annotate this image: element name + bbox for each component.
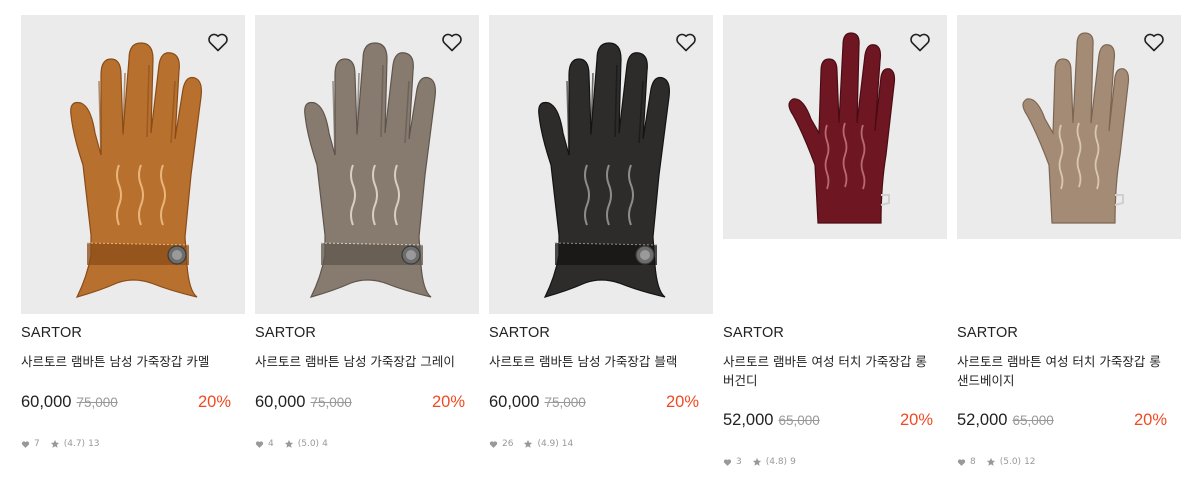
sale-price: 60,000 <box>255 393 306 411</box>
product-card[interactable]: SARTOR 사르토르 램바튼 남성 가죽장갑 그레이 60,000 75,000… <box>255 15 479 449</box>
price-row: 60,000 75,000 20% <box>255 392 465 412</box>
rating-group: (5.0) 4 <box>284 439 328 449</box>
sale-price: 52,000 <box>723 411 774 429</box>
product-brand[interactable]: SARTOR <box>21 325 82 341</box>
original-price: 65,000 <box>778 413 820 428</box>
likes-heart-icon <box>255 440 264 448</box>
likes-count: 3 <box>736 457 742 467</box>
sale-price: 52,000 <box>957 411 1008 429</box>
product-stats: 4 (5.0) 4 <box>255 439 328 449</box>
price-group: 60,000 75,000 <box>489 392 586 412</box>
rating-group: (4.7) 13 <box>50 439 100 449</box>
likes-heart-icon <box>489 440 498 448</box>
rating-value: (5.0) <box>999 457 1022 467</box>
wishlist-button[interactable] <box>1142 30 1166 54</box>
price-row: 52,000 65,000 20% <box>957 410 1167 430</box>
heart-icon <box>676 33 696 52</box>
star-icon <box>284 439 293 448</box>
likes-heart-icon <box>957 458 966 466</box>
discount-rate: 20% <box>665 393 699 411</box>
rating-value: (4.9) <box>537 439 559 449</box>
sale-price: 60,000 <box>489 393 540 411</box>
likes-count: 7 <box>34 439 40 449</box>
wishlist-button[interactable] <box>440 30 464 54</box>
price-row: 52,000 65,000 20% <box>723 410 933 430</box>
rating-group: (5.0) 12 <box>986 457 1036 467</box>
product-brand[interactable]: SARTOR <box>255 325 316 341</box>
heart-icon <box>442 33 462 52</box>
price-row: 60,000 75,000 20% <box>489 392 699 412</box>
likes-count: 4 <box>268 439 274 449</box>
product-card[interactable]: SARTOR 사르토르 램바튼 여성 터치 가죽장갑 롱 샌드베이지 52,00… <box>957 15 1181 467</box>
rating-value: (5.0) <box>297 439 320 449</box>
product-image-frame[interactable] <box>957 15 1181 239</box>
wishlist-button[interactable] <box>674 30 698 54</box>
heart-icon <box>910 33 930 52</box>
likes-count: 8 <box>970 457 976 467</box>
original-price: 65,000 <box>1012 413 1054 428</box>
discount-rate: 20% <box>431 393 465 411</box>
product-stats: 3 (4.8) 9 <box>723 457 796 467</box>
review-count: 13 <box>88 439 100 449</box>
product-brand[interactable]: SARTOR <box>489 325 550 341</box>
star-icon <box>524 439 533 448</box>
star-icon <box>752 457 761 466</box>
product-stats: 7 (4.7) 13 <box>21 439 100 449</box>
original-price: 75,000 <box>76 395 118 410</box>
price-group: 60,000 75,000 <box>255 392 352 412</box>
discount-rate: 20% <box>1133 411 1167 429</box>
product-brand[interactable]: SARTOR <box>957 325 1018 341</box>
product-card[interactable]: SARTOR 사르토르 램바튼 남성 가죽장갑 카멜 60,000 75,000 … <box>21 15 245 449</box>
price-group: 52,000 65,000 <box>957 410 1054 430</box>
discount-rate: 20% <box>899 411 933 429</box>
star-icon <box>50 439 59 448</box>
product-stats: 8 (5.0) 12 <box>957 457 1036 467</box>
product-card[interactable]: SARTOR 사르토르 램바튼 여성 터치 가죽장갑 롱 버건디 52,000 6… <box>723 15 947 467</box>
product-image-frame[interactable] <box>489 15 713 314</box>
product-name[interactable]: 사르토르 램바튼 여성 터치 가죽장갑 롱 버건디 <box>723 352 938 390</box>
product-image <box>538 42 670 298</box>
star-icon <box>986 457 995 466</box>
review-count: 4 <box>322 439 328 449</box>
review-count: 9 <box>790 457 796 467</box>
wishlist-button[interactable] <box>908 30 932 54</box>
review-count: 14 <box>561 439 574 449</box>
product-name[interactable]: 사르토르 램바튼 남성 가죽장갑 블랙 <box>489 352 704 371</box>
rating-value: (4.7) <box>63 439 86 449</box>
product-stats: 26 (4.9) 14 <box>489 439 573 449</box>
review-count: 12 <box>1024 457 1036 467</box>
likes-heart-icon <box>21 440 30 448</box>
sale-price: 60,000 <box>21 393 72 411</box>
rating-group: (4.9) 14 <box>523 439 573 449</box>
price-group: 52,000 65,000 <box>723 410 820 430</box>
product-image-frame[interactable] <box>21 15 245 314</box>
product-grid: SARTOR 사르토르 램바튼 남성 가죽장갑 카멜 60,000 75,000 … <box>0 0 1201 484</box>
rating-value: (4.8) <box>765 457 788 467</box>
original-price: 75,000 <box>544 395 586 410</box>
likes-heart-icon <box>723 458 732 466</box>
product-image <box>304 42 436 298</box>
product-name[interactable]: 사르토르 램바튼 여성 터치 가죽장갑 롱 샌드베이지 <box>957 352 1172 390</box>
price-row: 60,000 75,000 20% <box>21 392 231 412</box>
heart-icon <box>1144 33 1164 52</box>
discount-rate: 20% <box>197 393 231 411</box>
heart-icon <box>208 33 228 52</box>
product-image <box>70 42 202 298</box>
product-image-frame[interactable] <box>255 15 479 314</box>
price-group: 60,000 75,000 <box>21 392 118 412</box>
wishlist-button[interactable] <box>206 30 230 54</box>
rating-group: (4.8) 9 <box>752 457 796 467</box>
likes-count: 26 <box>502 439 514 449</box>
original-price: 75,000 <box>310 395 352 410</box>
product-name[interactable]: 사르토르 램바튼 남성 가죽장갑 카멜 <box>21 352 236 371</box>
product-image-frame[interactable] <box>723 15 947 239</box>
product-brand[interactable]: SARTOR <box>723 325 784 341</box>
product-card[interactable]: SARTOR 사르토르 램바튼 남성 가죽장갑 블랙 60,000 75,000 … <box>489 15 713 449</box>
product-name[interactable]: 사르토르 램바튼 남성 가죽장갑 그레이 <box>255 352 470 371</box>
